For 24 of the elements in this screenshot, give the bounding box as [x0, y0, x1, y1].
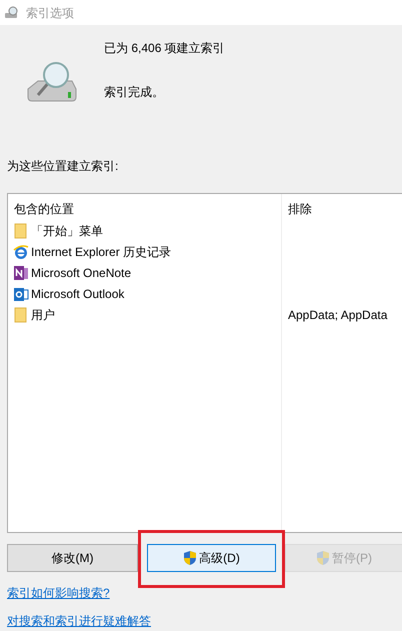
- mail-o-icon: [13, 286, 29, 302]
- window-title: 索引选项: [26, 4, 74, 22]
- excluded-folders: AppData; AppData: [288, 306, 388, 324]
- browser-e-icon: [13, 244, 29, 260]
- dialog-button[interactable]: 高级(D): [147, 544, 276, 572]
- locations-label: 为这些位置建立索引:: [7, 159, 118, 173]
- column-header[interactable]: 排除: [288, 200, 312, 218]
- dialog-button[interactable]: 修改(M): [7, 544, 138, 572]
- index-count-text: 已为 6,406 项建立索引: [104, 40, 225, 57]
- help-link[interactable]: 对搜索和索引进行疑难解答: [7, 612, 151, 630]
- index-status-text: 索引完成。: [104, 84, 165, 101]
- location-name[interactable]: 「开始」菜单: [31, 222, 103, 240]
- folder-icon: [13, 222, 29, 238]
- shield-icon: [316, 550, 330, 566]
- search-drive-icon: [4, 6, 20, 20]
- location-name[interactable]: 用户: [31, 306, 55, 324]
- help-link[interactable]: 索引如何影响搜索?: [7, 584, 110, 602]
- location-name[interactable]: Microsoft Outlook: [31, 284, 124, 302]
- location-name[interactable]: Internet Explorer 历史记录: [31, 242, 172, 260]
- column-header[interactable]: 包含的位置: [14, 200, 74, 218]
- folder-icon: [13, 306, 29, 322]
- location-name[interactable]: Microsoft OneNote: [31, 264, 132, 282]
- shield-icon: [183, 550, 198, 566]
- notebook-icon: [13, 264, 29, 280]
